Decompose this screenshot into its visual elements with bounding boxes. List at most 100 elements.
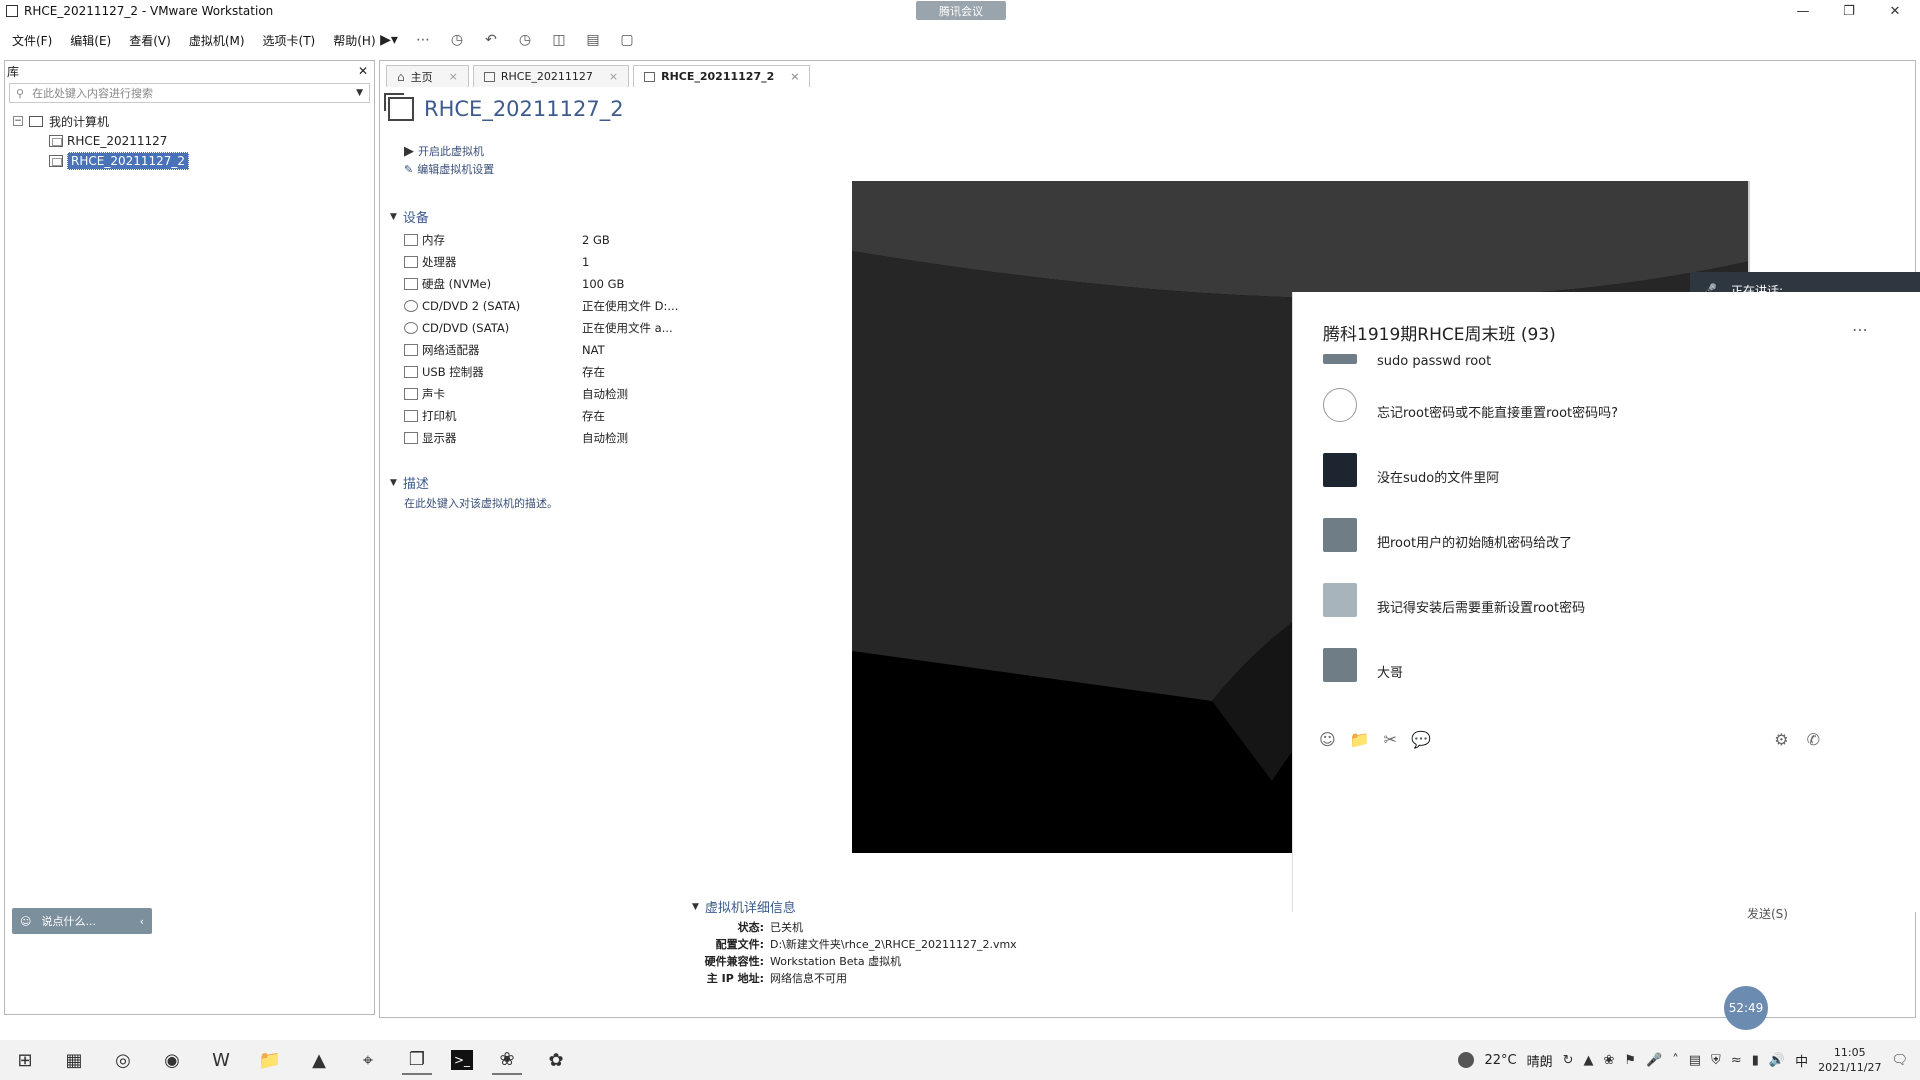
library-view-icon[interactable]: ◫	[550, 31, 568, 49]
wifi-icon[interactable]: ≈	[1731, 1053, 1742, 1068]
meeting-app-icon[interactable]: ✿	[541, 1045, 571, 1075]
device-row[interactable]: 显示器 自动检测	[404, 427, 762, 449]
message-text: sudo passwd root	[1377, 354, 1492, 369]
tab-vm-1[interactable]: RHCE_20211127 ×	[472, 65, 630, 87]
vm-details-section-toggle[interactable]: ▼ 虚拟机详细信息	[692, 897, 796, 916]
wps-icon[interactable]: W	[206, 1045, 236, 1075]
close-tab-icon[interactable]: ×	[449, 70, 458, 83]
power-on-vm-link[interactable]: ▶ 开启此虚拟机	[404, 143, 484, 159]
menu-view[interactable]: 查看(V)	[129, 32, 171, 49]
tab-home[interactable]: ⌂ 主页 ×	[386, 65, 469, 87]
emoji-icon[interactable]: ☺	[1319, 730, 1336, 749]
system-tray: 22°C 晴朗 ↻ ▲ ❀ ⚑ 🎤 ˄ ▤ ⛨ ≈ ▮ 🔊 中 11:05 20…	[1458, 1040, 1908, 1080]
close-tab-icon[interactable]: ×	[609, 70, 618, 83]
chevron-down-icon: ▼	[692, 901, 699, 912]
chat-bubble-icon[interactable]: 💬	[1411, 730, 1431, 749]
device-row[interactable]: CD/DVD (SATA) 正在使用文件 a...	[404, 317, 762, 339]
menu-file[interactable]: 文件(F)	[12, 32, 52, 49]
edit-vm-settings-link[interactable]: ✎ 编辑虚拟机设置	[404, 161, 494, 177]
sync-icon[interactable]: ↻	[1563, 1053, 1574, 1068]
chat-message: 忘记root密码或不能直接重置root密码吗?	[1323, 388, 1618, 422]
fullscreen-icon[interactable]: ▢	[618, 31, 636, 49]
maximize-button[interactable]: ❐	[1826, 0, 1872, 22]
avatar	[1323, 583, 1357, 617]
thumbnail-view-icon[interactable]: ▤	[584, 31, 602, 49]
windows-start-icon[interactable]: ⊞	[10, 1045, 40, 1075]
tree-item-vm-selected[interactable]: RHCE_20211127_2	[13, 151, 374, 171]
bird-app-icon[interactable]: ❀	[492, 1045, 522, 1075]
shield-icon[interactable]: ⛨	[1711, 1053, 1721, 1068]
terminal-icon[interactable]: >_	[451, 1050, 473, 1070]
chevron-down-icon[interactable]: ▼	[356, 88, 363, 98]
device-row[interactable]: 内存 2 GB	[404, 229, 762, 251]
close-library-icon[interactable]: ✕	[358, 64, 368, 78]
vm-icon	[483, 71, 495, 82]
chrome-icon[interactable]: ◉	[157, 1045, 187, 1075]
power-on-icon[interactable]: ▶▾	[380, 31, 398, 49]
settings-icon[interactable]: ⚙	[1774, 730, 1788, 749]
detail-value: 已关机	[770, 921, 803, 934]
menu-tabs[interactable]: 选项卡(T)	[263, 32, 316, 49]
menu-vm[interactable]: 虚拟机(M)	[189, 32, 245, 49]
revert-snapshot-icon[interactable]: ↶	[482, 31, 500, 49]
scissors-icon[interactable]: ✂	[1384, 730, 1397, 749]
device-row[interactable]: 处理器 1	[404, 251, 762, 273]
device-row[interactable]: 声卡 自动检测	[404, 383, 762, 405]
phone-icon[interactable]: ✆	[1807, 730, 1820, 749]
menu-help[interactable]: 帮助(H)	[333, 32, 375, 49]
photos-tray-icon[interactable]: ▲	[1584, 1053, 1594, 1068]
network-app-icon[interactable]: ⌖	[353, 1045, 383, 1075]
ime-indicator[interactable]: 中	[1795, 1051, 1808, 1070]
send-ctrl-alt-del-icon[interactable]: ⋯	[414, 31, 432, 49]
menu-edit[interactable]: 编辑(E)	[70, 32, 111, 49]
description-input[interactable]: 在此处键入对该虚拟机的描述。	[404, 495, 558, 511]
minimize-button[interactable]: —	[1780, 0, 1826, 22]
play-icon: ▶	[404, 143, 414, 159]
detail-label: 主 IP 地址:	[706, 972, 764, 985]
more-options-icon[interactable]: ⋯	[1852, 320, 1868, 339]
vm-tree: − 我的计算机 RHCE_20211127 RHCE_20211127_2	[5, 111, 374, 171]
description-section-toggle[interactable]: ▼ 描述	[390, 473, 429, 492]
file-explorer-icon[interactable]: 📁	[255, 1045, 285, 1075]
snapshot-icon[interactable]: ◷	[448, 31, 466, 49]
device-row[interactable]: USB 控制器 存在	[404, 361, 762, 383]
tree-item-my-computer[interactable]: − 我的计算机	[13, 111, 374, 131]
tab-vm-2[interactable]: RHCE_20211127_2 ×	[633, 65, 811, 87]
tree-item-label: 我的计算机	[49, 114, 110, 129]
app-icon[interactable]: ▦	[59, 1045, 89, 1075]
vmware-taskbar-icon[interactable]: ❐	[402, 1045, 432, 1075]
collapse-icon[interactable]: −	[13, 116, 23, 126]
network-icon	[404, 344, 418, 356]
section-title: 描述	[402, 477, 429, 492]
device-row[interactable]: CD/DVD 2 (SATA) 正在使用文件 D:...	[404, 295, 762, 317]
clock[interactable]: 11:05 2021/11/27	[1818, 1045, 1881, 1075]
devices-section-toggle[interactable]: ▼ 设备	[390, 207, 429, 226]
device-row[interactable]: 硬盘 (NVMe) 100 GB	[404, 273, 762, 295]
library-search-input[interactable]: ⚲ 在此处键入内容进行搜索 ▼	[9, 83, 370, 103]
chat-message: 没在sudo的文件里阿	[1323, 453, 1499, 487]
send-button[interactable]: 发送(S)	[1747, 905, 1788, 922]
flag-icon[interactable]: ⚑	[1624, 1053, 1636, 1068]
tree-item-vm[interactable]: RHCE_20211127	[13, 131, 374, 151]
device-row[interactable]: 网络适配器 NAT	[404, 339, 762, 361]
close-tab-icon[interactable]: ×	[790, 70, 799, 83]
bird-tray-icon[interactable]: ❀	[1604, 1053, 1615, 1068]
battery-icon[interactable]: ▮	[1752, 1053, 1759, 1068]
edge-browser-icon[interactable]: ◎	[108, 1045, 138, 1075]
detail-value: D:\新建文件夹\rhce_2\RHCE_20211127_2.vmx	[770, 938, 1017, 951]
close-button[interactable]: ✕	[1872, 0, 1918, 22]
photos-icon[interactable]: ▲	[304, 1045, 334, 1075]
chevron-up-icon[interactable]: ˄	[1672, 1053, 1679, 1068]
vm-icon	[384, 93, 414, 121]
monitor-icon	[404, 432, 418, 444]
notification-icon[interactable]: 🗨	[1891, 1053, 1908, 1068]
chat-message: sudo passwd root	[1323, 342, 1491, 369]
volume-icon[interactable]: 🔊	[1769, 1053, 1785, 1068]
say-something-button[interactable]: ☺ 说点什么... ‹	[12, 908, 152, 934]
folder-icon[interactable]: 📁	[1350, 730, 1370, 749]
device-row[interactable]: 打印机 存在	[404, 405, 762, 427]
snapshot-manager-icon[interactable]: ◷	[516, 31, 534, 49]
meeting-indicator[interactable]: 腾讯会议	[916, 1, 1006, 20]
network-tray-icon[interactable]: ▤	[1689, 1053, 1701, 1068]
microphone-icon[interactable]: 🎤	[1646, 1053, 1662, 1068]
